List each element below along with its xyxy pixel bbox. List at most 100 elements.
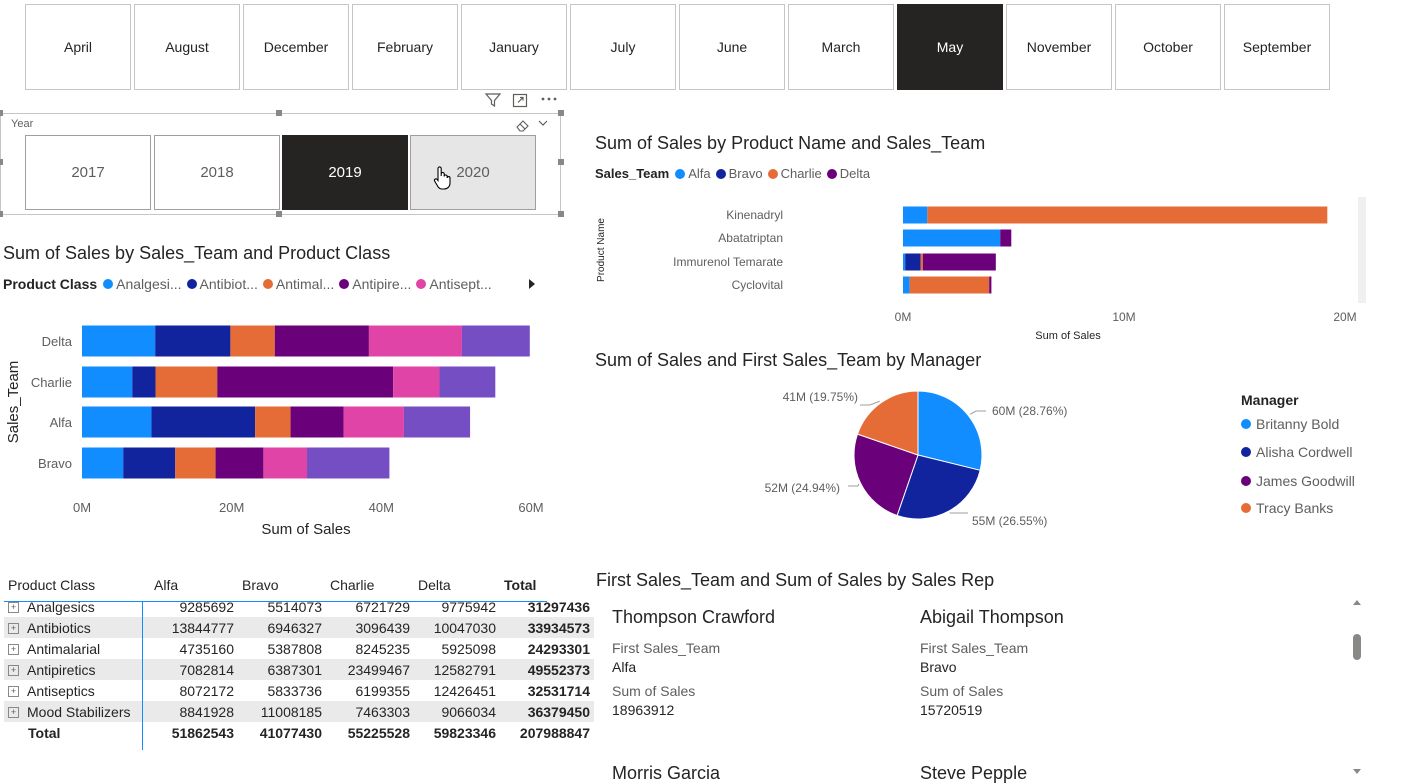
manager-legend-item[interactable]: Tracy Banks xyxy=(1241,500,1333,516)
more-options-icon[interactable] xyxy=(540,96,558,102)
matrix-row[interactable]: + Antiseptics 8072172 5833736 6199355 1242645… xyxy=(4,680,594,701)
bar-segment[interactable] xyxy=(903,229,1001,247)
legend-item[interactable]: Charlie xyxy=(767,166,822,181)
expand-icon[interactable]: + xyxy=(8,644,19,656)
bar-segment[interactable] xyxy=(82,447,124,479)
matrix-row[interactable]: + Antipiretics 7082814 6387301 23499467 12582… xyxy=(4,659,594,680)
resize-handle[interactable] xyxy=(0,211,3,217)
bar-segment[interactable] xyxy=(927,206,1328,224)
resize-handle[interactable] xyxy=(276,211,282,217)
chevron-down-icon[interactable] xyxy=(537,118,549,128)
bar-segment[interactable] xyxy=(215,447,264,479)
chart-scrollbar[interactable] xyxy=(1358,197,1366,303)
resize-handle[interactable] xyxy=(558,211,564,217)
month-button-september[interactable]: September xyxy=(1224,4,1330,90)
month-button-october[interactable]: October xyxy=(1115,4,1221,90)
legend-item[interactable]: Alfa xyxy=(675,166,711,181)
matrix-column-header[interactable]: Bravo xyxy=(238,574,326,596)
month-button-april[interactable]: April xyxy=(25,4,131,90)
bar-segment[interactable] xyxy=(255,406,291,438)
bar-segment[interactable] xyxy=(343,406,404,438)
manager-legend-item[interactable]: Britanny Bold xyxy=(1241,416,1339,432)
focus-mode-icon[interactable] xyxy=(512,93,528,108)
cards-scrollbar[interactable] xyxy=(1352,594,1362,780)
year-button-2019[interactable]: 2019 xyxy=(282,135,408,210)
matrix-column-header[interactable]: Delta xyxy=(414,574,500,596)
resize-handle[interactable] xyxy=(558,159,564,165)
manager-legend-item[interactable]: Alisha Cordwell xyxy=(1241,444,1352,460)
bar-segment[interactable] xyxy=(82,406,152,438)
bar-segment[interactable] xyxy=(393,366,440,398)
bar-segment[interactable] xyxy=(151,406,256,438)
expand-icon[interactable]: + xyxy=(8,707,19,719)
bar-segment[interactable] xyxy=(989,276,992,294)
bar-segment[interactable] xyxy=(905,253,921,271)
year-button-2018[interactable]: 2018 xyxy=(154,135,280,210)
rep-name[interactable]: Morris Garcia xyxy=(612,763,720,784)
bar-segment[interactable] xyxy=(230,325,275,357)
month-button-december[interactable]: December xyxy=(243,4,349,90)
bar-segment[interactable] xyxy=(82,325,156,357)
bar-segment[interactable] xyxy=(217,366,394,398)
bar-segment[interactable] xyxy=(263,447,308,479)
matrix-row[interactable]: + Antimalarial 4735160 5387808 8245235 592509… xyxy=(4,638,594,659)
bar-segment[interactable] xyxy=(1000,229,1012,247)
bar-segment[interactable] xyxy=(903,276,910,294)
year-button-2017[interactable]: 2017 xyxy=(25,135,151,210)
month-button-january[interactable]: January xyxy=(461,4,567,90)
bar-segment[interactable] xyxy=(175,447,216,479)
month-button-february[interactable]: February xyxy=(352,4,458,90)
rep-name[interactable]: Abigail Thompson xyxy=(920,607,1064,628)
legend-item[interactable]: Bravo xyxy=(715,166,763,181)
legend-item[interactable]: Antisept... xyxy=(416,276,492,292)
scroll-down-icon[interactable] xyxy=(1352,768,1362,776)
month-button-august[interactable]: August xyxy=(134,4,240,90)
legend-item[interactable]: Antimal... xyxy=(262,276,334,292)
resize-handle[interactable] xyxy=(0,159,3,165)
bar-segment[interactable] xyxy=(439,366,496,398)
matrix-column-header[interactable]: Product Class xyxy=(4,574,150,596)
year-button-2020[interactable]: 2020 xyxy=(410,135,536,210)
bar-segment[interactable] xyxy=(307,447,390,479)
bar-segment[interactable] xyxy=(123,447,176,479)
bar-segment[interactable] xyxy=(368,325,462,357)
eraser-icon[interactable] xyxy=(515,118,531,132)
scroll-thumb[interactable] xyxy=(1353,634,1361,660)
legend-item[interactable]: Antipire... xyxy=(339,276,411,292)
matrix-row[interactable]: + Mood Stabilizers 8841928 11008185 7463303 9… xyxy=(4,701,594,722)
bar-segment[interactable] xyxy=(920,253,923,271)
matrix-column-header[interactable]: Charlie xyxy=(326,574,414,596)
matrix-row[interactable]: + Antibiotics 13844777 6946327 3096439 100470… xyxy=(4,617,594,638)
matrix-column-header[interactable]: Alfa xyxy=(150,574,238,596)
bar-segment[interactable] xyxy=(403,406,471,438)
manager-legend-item[interactable]: James Goodwill xyxy=(1241,473,1355,489)
rep-name[interactable]: Thompson Crawford xyxy=(612,607,775,628)
rep-name[interactable]: Steve Pepple xyxy=(920,763,1027,784)
bar-segment[interactable] xyxy=(290,406,344,438)
matrix-row[interactable]: + Analgesics 9285692 5514073 6721729 9775942 3… xyxy=(4,596,594,617)
month-button-november[interactable]: November xyxy=(1006,4,1112,90)
bar-segment[interactable] xyxy=(909,276,990,294)
legend-item[interactable]: Delta xyxy=(826,166,870,181)
bar-segment[interactable] xyxy=(922,253,996,271)
bar-segment[interactable] xyxy=(461,325,530,357)
bar-segment[interactable] xyxy=(155,366,218,398)
bar-segment[interactable] xyxy=(82,366,133,398)
bar-segment[interactable] xyxy=(155,325,231,357)
scroll-up-icon[interactable] xyxy=(1352,598,1362,606)
legend-item[interactable]: Antibiot... xyxy=(186,276,258,292)
resize-handle[interactable] xyxy=(558,110,564,116)
expand-icon[interactable]: + xyxy=(8,665,19,677)
bar-segment[interactable] xyxy=(903,253,906,271)
month-button-may[interactable]: May xyxy=(897,4,1003,90)
resize-handle[interactable] xyxy=(276,110,282,116)
legend-item[interactable]: Analgesi... xyxy=(103,276,182,292)
bar-segment[interactable] xyxy=(274,325,369,357)
expand-icon[interactable]: + xyxy=(8,686,19,698)
resize-handle[interactable] xyxy=(0,110,3,116)
expand-icon[interactable]: + xyxy=(8,602,19,614)
month-button-june[interactable]: June xyxy=(679,4,785,90)
filter-icon[interactable] xyxy=(484,92,502,108)
month-button-july[interactable]: July xyxy=(570,4,676,90)
legend-next-arrow-icon[interactable] xyxy=(527,278,537,290)
